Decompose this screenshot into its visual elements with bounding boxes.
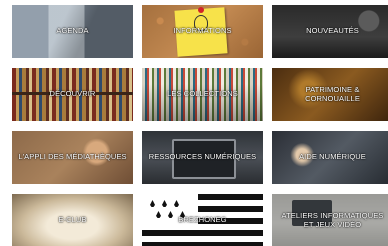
tile-patrimoine-cornouaille[interactable]: PATRIMOINE & CORNOUAILLE: [272, 68, 388, 121]
tile-informations[interactable]: INFORMATIONS: [142, 5, 263, 58]
tile-brezhoneg[interactable]: BREZHONEG: [142, 194, 263, 246]
tile-label: PATRIMOINE & CORNOUAILLE: [305, 84, 360, 103]
tile-label: LES COLLECTIONS: [167, 89, 238, 99]
tile-label: DÉCOUVRIR: [49, 89, 96, 99]
tile-label: AGENDA: [56, 26, 89, 36]
menu-tile-grid: AGENDA INFORMATIONS NOUVEAUTÉS DÉCOUVRIR…: [0, 0, 388, 246]
tile-appli-mediatheques[interactable]: L'APPLI DES MÉDIATHÈQUES: [12, 131, 133, 184]
tile-decouvrir[interactable]: DÉCOUVRIR: [12, 68, 133, 121]
tile-ateliers-informatiques[interactable]: ATELIERS INFORMATIQUES ET JEUX VIDÉO: [272, 194, 388, 246]
tile-les-collections[interactable]: LES COLLECTIONS: [142, 68, 263, 121]
tile-e-club[interactable]: E-CLUB: [12, 194, 133, 246]
tile-label: BREZHONEG: [178, 215, 227, 225]
tile-nouveautes[interactable]: NOUVEAUTÉS: [272, 5, 388, 58]
tile-label: ATELIERS INFORMATIQUES ET JEUX VIDÉO: [281, 210, 384, 229]
tile-label: RESSOURCES NUMÉRIQUES: [148, 152, 257, 162]
tile-aide-numerique[interactable]: AIDE NUMÉRIQUE: [272, 131, 388, 184]
tile-ressources-numeriques[interactable]: RESSOURCES NUMÉRIQUES: [142, 131, 263, 184]
tile-label: AIDE NUMÉRIQUE: [299, 152, 366, 162]
tile-label: L'APPLI DES MÉDIATHÈQUES: [18, 152, 127, 162]
tile-label: E-CLUB: [58, 215, 87, 225]
tile-agenda[interactable]: AGENDA: [12, 5, 133, 58]
tile-label: NOUVEAUTÉS: [306, 26, 359, 36]
tile-label: INFORMATIONS: [173, 26, 232, 36]
